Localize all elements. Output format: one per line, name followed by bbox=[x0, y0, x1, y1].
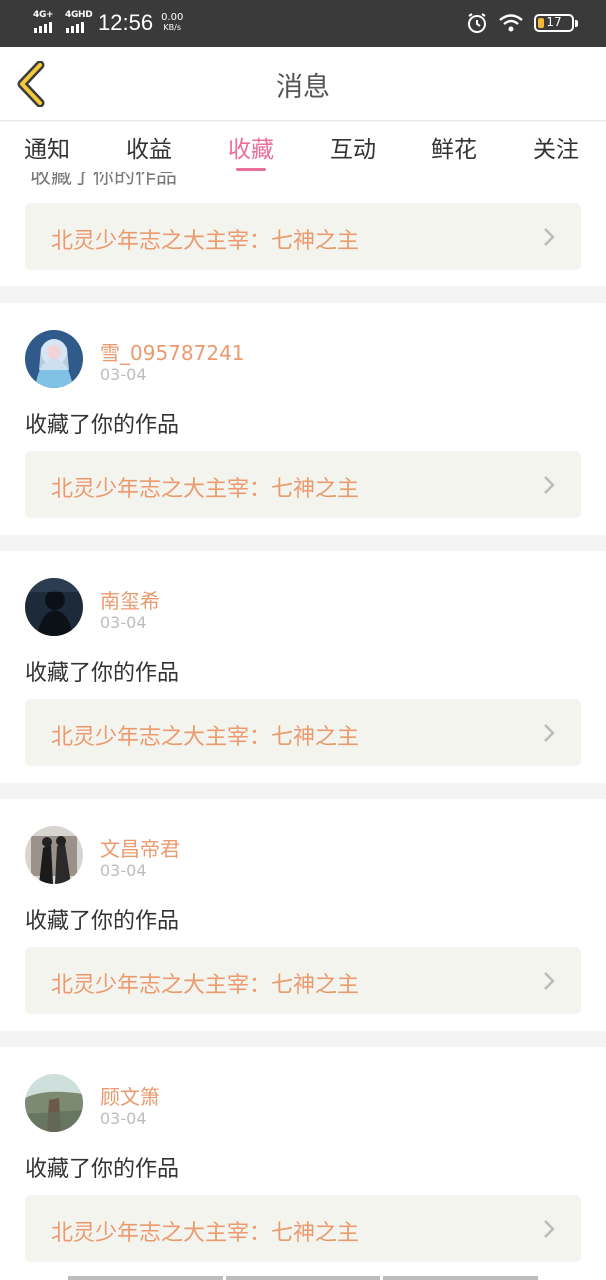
active-tab-indicator bbox=[236, 168, 266, 171]
alarm-icon bbox=[468, 13, 486, 33]
message-card: 文昌帝君 03-04 收藏了你的作品 北灵少年志之大主宰：七神之主 bbox=[0, 799, 606, 1031]
action-text: 收藏了你的作品 bbox=[25, 909, 180, 934]
navigation-gesture-bar[interactable] bbox=[68, 1276, 539, 1280]
action-text: 收藏了你的作品 bbox=[30, 172, 177, 188]
battery-level: 17 bbox=[546, 15, 562, 29]
action-text: 收藏了你的作品 bbox=[25, 1157, 180, 1182]
tab-flowers[interactable]: 鲜花 bbox=[431, 130, 477, 164]
avatar[interactable] bbox=[25, 1074, 83, 1132]
chevron-right-icon bbox=[544, 1220, 555, 1238]
username[interactable]: 南玺希 bbox=[100, 585, 160, 614]
network-type: 4GHD bbox=[65, 10, 93, 20]
chevron-right-icon bbox=[544, 724, 555, 742]
cell-signal-icon: 4G+ bbox=[32, 8, 62, 38]
tab-favorites[interactable]: 收藏 bbox=[228, 130, 274, 171]
cell-signal-icon: 4GHD bbox=[64, 8, 94, 38]
app-header: 消息 bbox=[0, 47, 606, 121]
action-text: 收藏了你的作品 bbox=[25, 413, 180, 438]
action-text: 收藏了你的作品 bbox=[25, 661, 180, 686]
chevron-right-icon bbox=[544, 476, 555, 494]
clock: 12:56 bbox=[98, 10, 154, 35]
work-title: 北灵少年志之大主宰：七神之主 bbox=[51, 725, 360, 750]
tab-earnings[interactable]: 收益 bbox=[126, 130, 172, 164]
work-title: 北灵少年志之大主宰：七神之主 bbox=[51, 229, 360, 254]
chevron-right-icon bbox=[544, 972, 555, 990]
message-date: 03-04 bbox=[100, 365, 147, 384]
avatar[interactable] bbox=[25, 578, 83, 636]
username[interactable]: 雪_095787241 bbox=[100, 337, 245, 366]
work-link[interactable]: 北灵少年志之大主宰：七神之主 bbox=[25, 203, 581, 270]
work-link[interactable]: 北灵少年志之大主宰：七神之主 bbox=[25, 947, 581, 1014]
work-title: 北灵少年志之大主宰：七神之主 bbox=[51, 1221, 360, 1246]
message-date: 03-04 bbox=[100, 861, 147, 880]
message-list[interactable]: 收藏了你的作品 北灵少年志之大主宰：七神之主 雪_095787241 03-04… bbox=[0, 172, 606, 1280]
tab-follows[interactable]: 关注 bbox=[533, 130, 579, 164]
username[interactable]: 顾文箫 bbox=[100, 1081, 160, 1110]
message-card: 顾文箫 03-04 收藏了你的作品 北灵少年志之大主宰：七神之主 bbox=[0, 1047, 606, 1280]
message-date: 03-04 bbox=[100, 1109, 147, 1128]
work-title: 北灵少年志之大主宰：七神之主 bbox=[51, 973, 360, 998]
status-bar: 4G+ 4GHD 12:56 0.00 KB/s 17 bbox=[0, 0, 606, 47]
battery-icon: 17 bbox=[534, 14, 578, 32]
chevron-right-icon bbox=[544, 228, 555, 246]
work-link[interactable]: 北灵少年志之大主宰：七神之主 bbox=[25, 451, 581, 518]
message-card: 雪_095787241 03-04 收藏了你的作品 北灵少年志之大主宰：七神之主 bbox=[0, 303, 606, 535]
avatar[interactable] bbox=[25, 330, 83, 388]
username[interactable]: 文昌帝君 bbox=[100, 833, 180, 862]
tab-interactions[interactable]: 互动 bbox=[330, 130, 376, 164]
network-type: 4G+ bbox=[33, 10, 54, 20]
tab-notifications[interactable]: 通知 bbox=[24, 130, 70, 164]
message-card: 南玺希 03-04 收藏了你的作品 北灵少年志之大主宰：七神之主 bbox=[0, 551, 606, 783]
work-link[interactable]: 北灵少年志之大主宰：七神之主 bbox=[25, 699, 581, 766]
network-speed: 0.00 KB/s bbox=[161, 12, 184, 33]
message-date: 03-04 bbox=[100, 613, 147, 632]
tab-bar: 通知 收益 收藏 互动 鲜花 关注 bbox=[0, 122, 606, 172]
work-link[interactable]: 北灵少年志之大主宰：七神之主 bbox=[25, 1195, 581, 1262]
page-title: 消息 bbox=[276, 72, 330, 103]
wifi-icon bbox=[499, 14, 523, 32]
message-card: 收藏了你的作品 北灵少年志之大主宰：七神之主 bbox=[0, 172, 606, 286]
avatar[interactable] bbox=[25, 826, 83, 884]
work-title: 北灵少年志之大主宰：七神之主 bbox=[51, 477, 360, 502]
